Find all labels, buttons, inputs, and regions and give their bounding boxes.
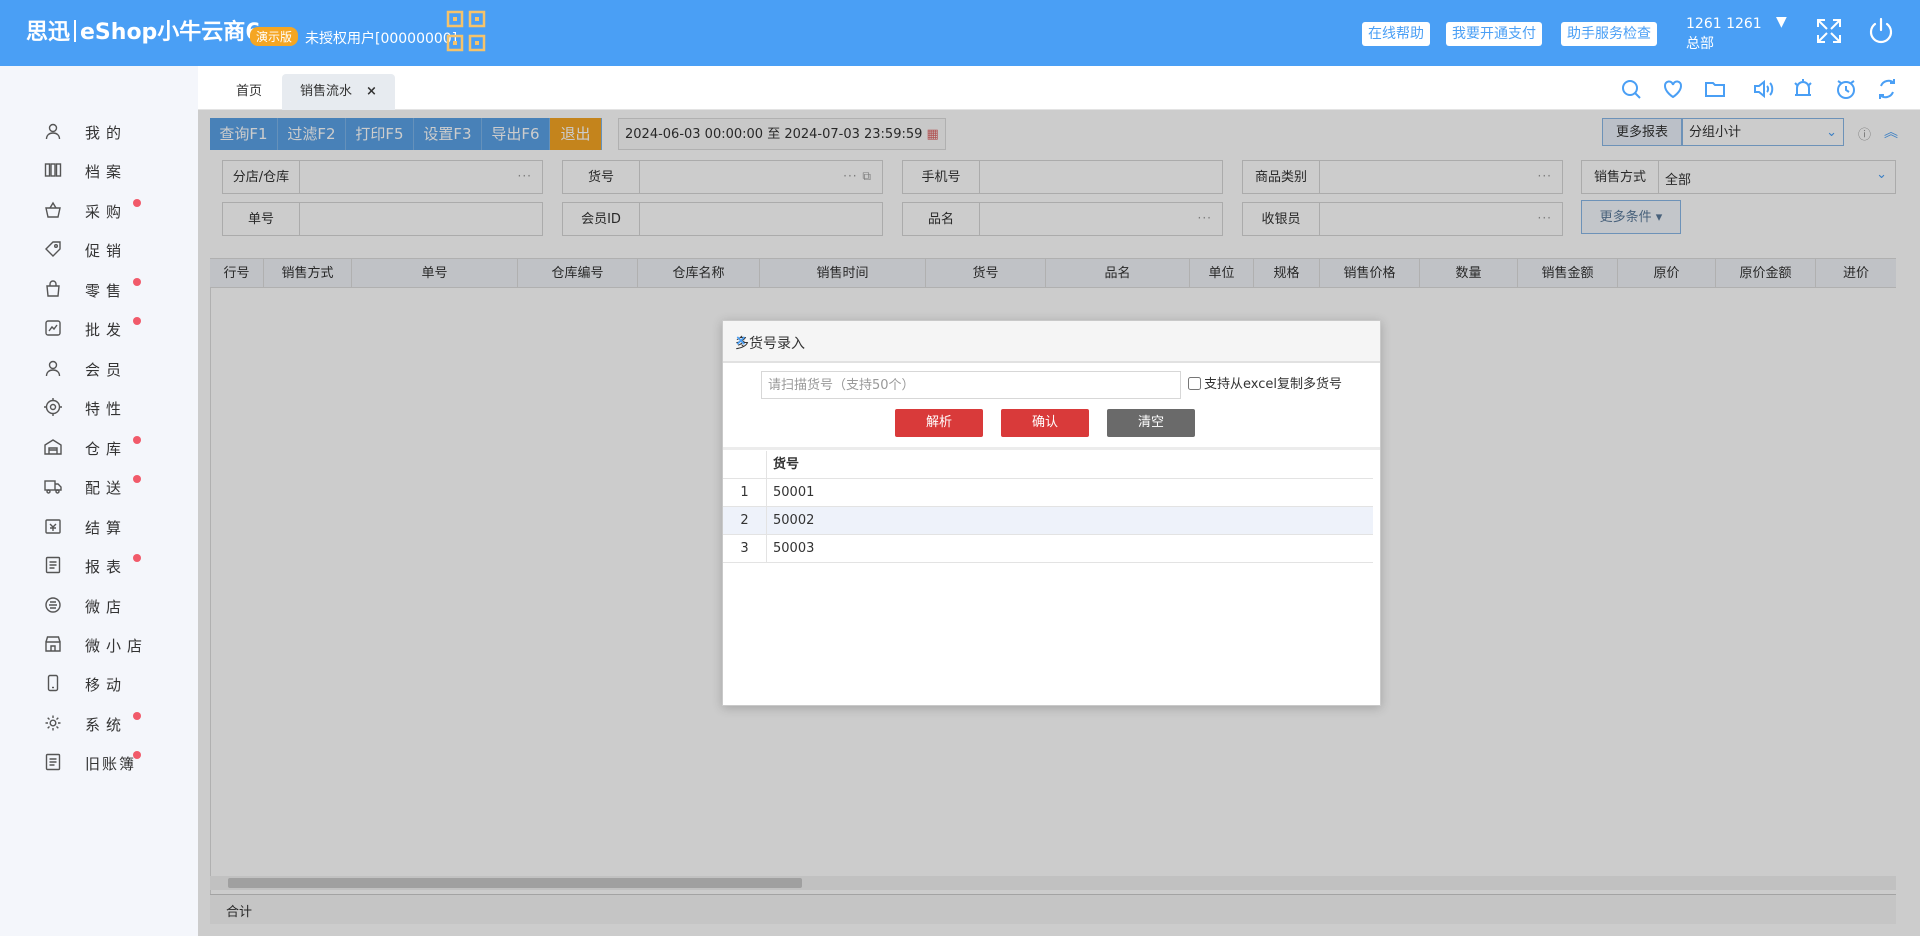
heart-icon[interactable] (1661, 77, 1685, 101)
multi-code-entry-dialog: 多货号录入 × 支持从excel复制多货号 解析 确认 清空 货号 1 5000… (722, 320, 1381, 706)
brand-product: eShop小牛云商6 (80, 20, 261, 45)
user-icon (45, 123, 61, 140)
row-index: 1 (723, 479, 767, 507)
scan-code-input[interactable] (761, 371, 1181, 399)
notify-dot (133, 199, 141, 207)
index-header (723, 451, 767, 479)
sidebar-item-archive[interactable]: 档案 (0, 155, 198, 185)
table-row[interactable]: 3 50003 (723, 535, 1373, 563)
fullscreen-icon[interactable] (1814, 16, 1844, 46)
table-header-row: 货号 (723, 451, 1373, 479)
settle-icon (45, 519, 61, 534)
dialog-title-bar: 多货号录入 × (723, 321, 1380, 363)
clock-icon[interactable] (1834, 77, 1858, 101)
excel-checkbox-label: 支持从excel复制多货号 (1204, 377, 1342, 392)
folder-icon[interactable] (1703, 77, 1727, 101)
sidebar-item-wholesale[interactable]: 批发 (0, 313, 198, 343)
code-column-header: 货号 (773, 457, 800, 472)
row-code: 50002 (773, 513, 815, 528)
open-payment-button[interactable]: 我要开通支付 (1446, 22, 1542, 46)
demo-badge: 演示版 (250, 27, 299, 46)
table-row[interactable]: 2 50002 (723, 507, 1373, 535)
sidebar-item-settlement[interactable]: 结算 (0, 511, 198, 541)
sidebar-item-mobile[interactable]: 移动 (0, 668, 198, 698)
sidebar-item-warehouse[interactable]: 仓库 (0, 432, 198, 462)
sidebar-item-mini-shop[interactable]: 微小店 (0, 629, 198, 659)
tag-icon (45, 241, 61, 257)
basket-icon (45, 201, 61, 218)
sidebar-item-wechat-shop[interactable]: 微店 (0, 590, 198, 620)
brand-cn: 思迅 (26, 20, 71, 45)
close-icon[interactable]: × (735, 333, 1364, 349)
user-dropdown-icon[interactable]: ▼ (1776, 14, 1787, 30)
excel-checkbox-box[interactable] (1188, 377, 1201, 390)
clear-button[interactable]: 清空 (1107, 409, 1195, 437)
tab-home[interactable]: 首页 (236, 74, 262, 110)
brand-logo: 思迅 eShop小牛云商6 (26, 14, 261, 46)
notify-dot (133, 751, 141, 759)
sidebar-item-delivery[interactable]: 配送 (0, 471, 198, 501)
online-help-button[interactable]: 在线帮助 (1362, 22, 1430, 46)
notify-dot (133, 436, 141, 444)
table-row[interactable]: 1 50001 (723, 479, 1373, 507)
sidebar-item-retail[interactable]: 零售 (0, 274, 198, 304)
top-header: 思迅 eShop小牛云商6 演示版 未授权用户[00000000] 在线帮助 我要… (0, 0, 1920, 66)
tab-sales-flow[interactable]: 销售流水 × (282, 74, 395, 110)
tab-sales-flow-label: 销售流水 (300, 84, 353, 99)
wechat-shop-icon (45, 597, 61, 613)
sidebar-item-old-ledger[interactable]: 旧账簿 (0, 747, 198, 777)
notify-dot (133, 317, 141, 325)
user-id: 1261 1261 (1686, 16, 1762, 32)
qr-code-icon[interactable] (446, 10, 486, 52)
sidebar-item-report[interactable]: 报表 (0, 550, 198, 580)
row-index: 2 (723, 507, 767, 535)
speaker-icon[interactable] (1751, 77, 1775, 101)
parse-button[interactable]: 解析 (895, 409, 983, 437)
notify-dot (133, 554, 141, 562)
member-icon (45, 360, 61, 377)
service-check-button[interactable]: 助手服务检查 (1561, 22, 1657, 46)
mini-shop-icon (45, 636, 61, 652)
row-code: 50003 (773, 541, 815, 556)
wholesale-icon (45, 320, 61, 336)
user-info[interactable]: 1261 1261 总部 (1686, 14, 1762, 54)
sidebar-item-system[interactable]: 系统 (0, 708, 198, 738)
license-text: 未授权用户[00000000] (305, 31, 458, 47)
sidebar-item-feature[interactable]: 特性 (0, 392, 198, 422)
truck-icon (44, 480, 62, 494)
sidebar-item-mine[interactable]: 我的 (0, 116, 198, 146)
ledger-icon (45, 753, 61, 771)
divider (723, 447, 1380, 450)
mobile-icon (47, 674, 59, 692)
sidebar-item-promotion[interactable]: 促销 (0, 234, 198, 264)
confirm-button[interactable]: 确认 (1001, 409, 1089, 437)
sidebar: 我的 档案 采购 促销 零售 批发 会员 特性 仓库 配送 结算 报表 微店 微… (0, 66, 198, 936)
target-icon (44, 398, 62, 416)
warehouse-icon (44, 439, 62, 455)
notify-dot (133, 278, 141, 286)
gear-icon (45, 715, 61, 731)
sidebar-item-purchase[interactable]: 采购 (0, 195, 198, 225)
row-index: 3 (723, 535, 767, 563)
alarm-bell-icon[interactable] (1791, 77, 1815, 101)
notify-dot (133, 475, 141, 483)
search-icon[interactable] (1619, 77, 1643, 101)
notify-dot (133, 712, 141, 720)
power-icon[interactable] (1866, 16, 1896, 46)
close-icon[interactable]: × (366, 84, 377, 99)
bag-icon (46, 280, 60, 297)
user-branch: 总部 (1686, 36, 1714, 52)
excel-paste-checkbox[interactable]: 支持从excel复制多货号 (1188, 373, 1342, 392)
archive-icon (44, 163, 62, 177)
sidebar-item-member[interactable]: 会员 (0, 353, 198, 383)
report-icon (45, 556, 61, 574)
refresh-icon[interactable] (1875, 77, 1899, 101)
row-code: 50001 (773, 485, 815, 500)
